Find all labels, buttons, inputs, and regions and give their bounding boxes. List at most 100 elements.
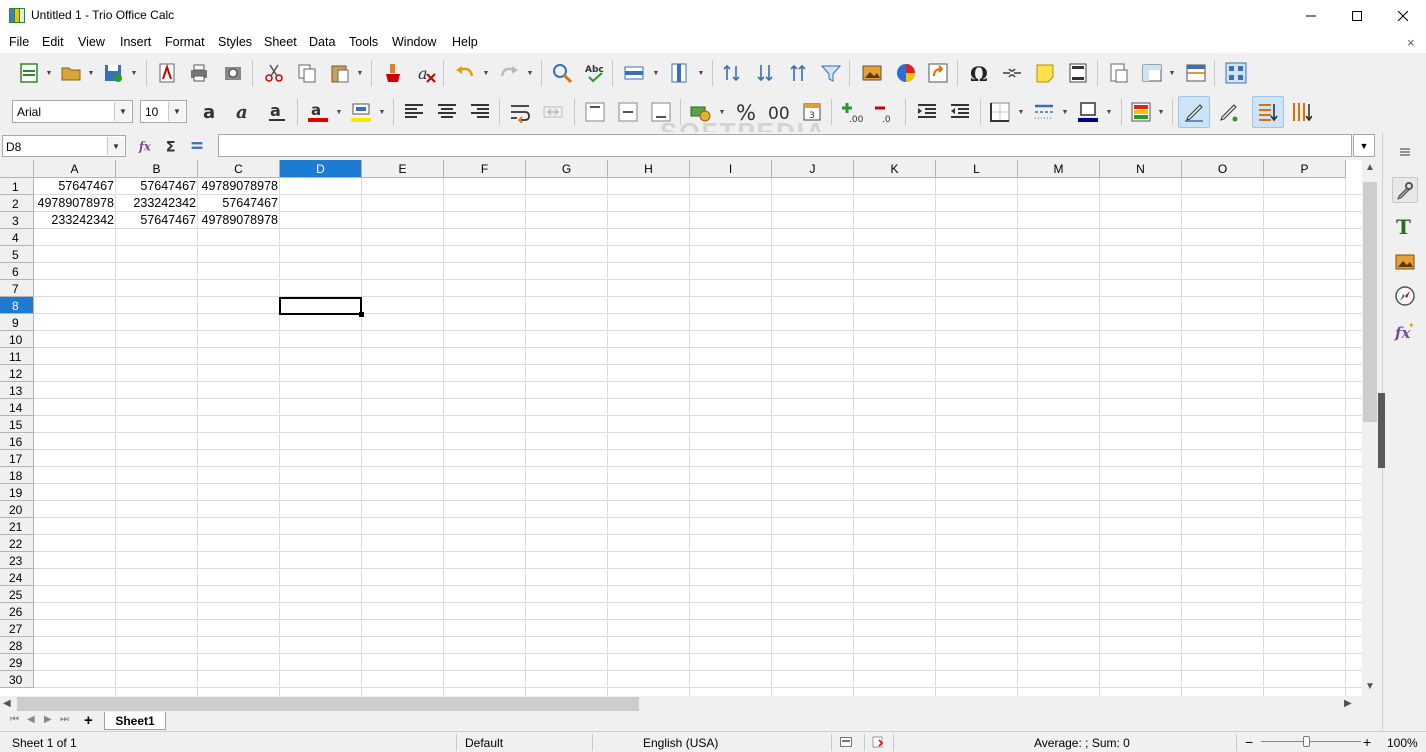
row-header-25[interactable]: 25 (0, 586, 34, 603)
zoom-level[interactable]: 100% (1387, 736, 1418, 750)
sidebar-collapse-handle[interactable] (1378, 393, 1385, 468)
active-cell-cursor[interactable] (279, 297, 362, 315)
delete-decimal-icon[interactable]: .0 (873, 100, 897, 124)
menu-edit[interactable]: Edit (42, 35, 64, 49)
find-replace-icon[interactable] (550, 61, 574, 85)
open-dropdown-icon[interactable]: ▼ (87, 61, 95, 85)
column-header-l[interactable]: L (936, 160, 1018, 178)
print-icon[interactable] (187, 61, 211, 85)
border-color-dropdown-icon[interactable]: ▼ (1105, 100, 1113, 124)
zoom-out-button[interactable]: − (1245, 734, 1253, 750)
row-header-22[interactable]: 22 (0, 535, 34, 552)
italic-icon[interactable]: a (232, 100, 256, 124)
maximize-button[interactable] (1334, 0, 1380, 31)
font-size-combobox[interactable]: 10 ▼ (140, 100, 187, 123)
properties-icon[interactable] (1392, 177, 1418, 203)
row-header-21[interactable]: 21 (0, 518, 34, 535)
scroll-up-icon[interactable]: ▲ (1365, 162, 1375, 173)
print-area-icon[interactable] (1107, 61, 1131, 85)
save-icon[interactable] (101, 61, 125, 85)
wrap-text-icon[interactable] (508, 100, 532, 124)
show-draw-functions-icon[interactable] (1178, 96, 1210, 128)
print-preview-icon[interactable] (221, 61, 245, 85)
insert-chart-icon[interactable] (894, 61, 918, 85)
zoom-slider-knob[interactable] (1303, 736, 1310, 747)
save-dropdown-icon[interactable]: ▼ (130, 61, 138, 85)
clear-formatting-icon[interactable]: a (414, 61, 438, 85)
split-window-icon[interactable] (1184, 61, 1208, 85)
row-header-23[interactable]: 23 (0, 552, 34, 569)
menu-format[interactable]: Format (165, 35, 205, 49)
border-style-icon[interactable] (1032, 100, 1056, 124)
row-header-8[interactable]: 8 (0, 297, 34, 314)
borders-icon[interactable] (988, 100, 1012, 124)
close-button[interactable] (1380, 0, 1426, 31)
column-header-k[interactable]: K (854, 160, 936, 178)
name-box-dropdown-icon[interactable]: ▼ (107, 137, 124, 155)
cell-a1[interactable]: 57647467 (34, 178, 115, 195)
previous-sheet-icon[interactable]: ◀ (27, 714, 35, 725)
functions-icon[interactable]: fx ✦ (1392, 318, 1418, 344)
column-header-o[interactable]: O (1182, 160, 1264, 178)
sidebar-menu-icon[interactable] (1392, 139, 1418, 165)
font-color-icon[interactable]: a (306, 100, 330, 124)
next-sheet-icon[interactable]: ▶ (44, 714, 52, 725)
cut-icon[interactable] (262, 61, 286, 85)
row-header-3[interactable]: 3 (0, 212, 34, 229)
merge-cells-icon[interactable] (541, 100, 565, 124)
border-color-icon[interactable] (1076, 100, 1100, 124)
scroll-right-icon[interactable]: ▶ (1344, 698, 1352, 709)
zoom-slider-track[interactable] (1261, 741, 1361, 742)
borders-dropdown-icon[interactable]: ▼ (1017, 100, 1025, 124)
row-header-13[interactable]: 13 (0, 382, 34, 399)
row-header-18[interactable]: 18 (0, 467, 34, 484)
menu-help[interactable]: Help (452, 35, 478, 49)
menu-view[interactable]: View (78, 35, 105, 49)
row-header-19[interactable]: 19 (0, 484, 34, 501)
column-header-c[interactable]: C (198, 160, 280, 178)
styles-icon[interactable]: T (1392, 213, 1418, 239)
conditional-format-icon[interactable] (1129, 100, 1153, 124)
last-sheet-icon[interactable]: ⏭ (60, 714, 69, 725)
column-header-a[interactable]: A (34, 160, 116, 178)
row-header-27[interactable]: 27 (0, 620, 34, 637)
row-header-11[interactable]: 11 (0, 348, 34, 365)
sheet-tab-sheet1[interactable]: Sheet1 (104, 712, 166, 730)
sort-icon[interactable] (720, 61, 744, 85)
scroll-down-icon[interactable]: ▼ (1365, 681, 1375, 692)
formula-input[interactable] (218, 134, 1352, 157)
headers-footers-icon[interactable] (1066, 61, 1090, 85)
row-header-15[interactable]: 15 (0, 416, 34, 433)
menu-sheet[interactable]: Sheet (264, 35, 297, 49)
menu-data[interactable]: Data (309, 35, 335, 49)
vertical-scroll-thumb[interactable] (1363, 182, 1377, 422)
center-vertically-icon[interactable] (616, 100, 640, 124)
column-header-n[interactable]: N (1100, 160, 1182, 178)
cell-b2[interactable]: 233242342 (116, 195, 197, 212)
horizontal-scroll-thumb[interactable] (17, 697, 639, 711)
page-style[interactable]: Default (465, 736, 503, 750)
row-header-1[interactable]: 1 (0, 178, 34, 195)
row-header-9[interactable]: 9 (0, 314, 34, 331)
freeze-dropdown-icon[interactable]: ▼ (1168, 61, 1176, 85)
align-top-icon[interactable] (583, 100, 607, 124)
row-header-14[interactable]: 14 (0, 399, 34, 416)
document-modified-icon[interactable] (872, 736, 884, 748)
align-left-icon[interactable] (402, 100, 426, 124)
border-style-dropdown-icon[interactable]: ▼ (1061, 100, 1069, 124)
redo-icon[interactable] (497, 61, 521, 85)
cell-c2[interactable]: 57647467 (198, 195, 279, 212)
clone-formatting-icon[interactable] (381, 61, 405, 85)
row-header-10[interactable]: 10 (0, 331, 34, 348)
row-icon[interactable] (622, 61, 646, 85)
open-folder-icon[interactable] (59, 61, 83, 85)
cell-b1[interactable]: 57647467 (116, 178, 197, 195)
row-header-2[interactable]: 2 (0, 195, 34, 212)
undo-dropdown-icon[interactable]: ▼ (482, 61, 490, 85)
row-header-5[interactable]: 5 (0, 246, 34, 263)
bold-icon[interactable]: a (199, 100, 223, 124)
sort-descending-icon[interactable] (753, 61, 777, 85)
insert-image-icon[interactable] (860, 61, 884, 85)
formula-icon[interactable] (187, 136, 207, 156)
autofill-handle[interactable] (359, 312, 364, 317)
